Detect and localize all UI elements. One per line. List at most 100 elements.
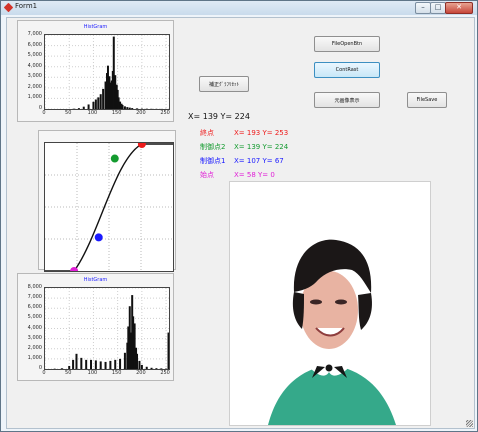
bottom-histogram-bar xyxy=(90,359,93,369)
bottom-histogram-y-tick: 0 xyxy=(38,365,42,371)
bottom-histogram-y-tick: 4,000 xyxy=(27,324,42,331)
top-histogram-x-tick: 50 xyxy=(65,110,72,116)
info-row-end: 終点 X= 193 Y= 253 xyxy=(200,128,288,138)
bottom-histogram-bar xyxy=(145,366,148,369)
tone-curve-point[interactable] xyxy=(137,140,146,149)
info-row-start: 始点 X= 58 Y= 0 xyxy=(200,170,275,180)
info-row-cp1: 制御点1 X= 107 Y= 67 xyxy=(200,156,284,166)
bottom-histogram-bar xyxy=(104,361,107,369)
top-histogram-bar xyxy=(99,94,102,109)
resize-grip[interactable] xyxy=(466,420,473,427)
tone-curve-point[interactable] xyxy=(110,154,119,163)
bottom-histogram-x-tick: 100 xyxy=(87,370,98,376)
top-histogram-bar xyxy=(77,108,80,109)
top-histogram-y-tick: 4,000 xyxy=(27,62,42,69)
minimize-button[interactable]: – xyxy=(415,2,431,14)
app-icon xyxy=(3,2,14,13)
top-histogram-y-tick: 6,000 xyxy=(27,41,42,48)
bottom-histogram-bar xyxy=(119,358,122,369)
top-histogram-x-tick: 150 xyxy=(111,110,122,116)
bottom-histogram-bar xyxy=(155,368,158,369)
cursor-coordinates: X= 139 Y= 224 xyxy=(188,112,250,121)
bottom-histogram-bar xyxy=(160,368,163,369)
tone-curve-svg[interactable] xyxy=(45,140,173,275)
bottom-histogram-bar xyxy=(109,360,112,369)
control-point1-label: 制御点1 xyxy=(200,157,226,165)
bottom-histogram-bar xyxy=(136,353,139,369)
control-point2-label: 制御点2 xyxy=(200,143,226,151)
start-point-label: 始点 xyxy=(200,171,214,179)
top-histogram-bar xyxy=(121,104,124,109)
top-histogram-bar xyxy=(82,106,85,109)
bottom-histogram-bar xyxy=(80,357,83,369)
bottom-histogram-bar xyxy=(114,359,117,369)
tone-curve-plot[interactable] xyxy=(44,140,174,275)
top-histogram-bar xyxy=(92,101,95,109)
top-histogram-bar xyxy=(128,107,131,109)
top-histogram-bar xyxy=(97,97,100,109)
top-histogram-y-tick: 2,000 xyxy=(27,83,42,90)
bottom-histogram-y-tick: 5,000 xyxy=(27,314,42,321)
top-histogram-y-tick: 7,000 xyxy=(27,31,42,37)
bottom-histogram-title: HistGram xyxy=(83,277,108,283)
end-point-label: 終点 xyxy=(200,129,214,137)
top-histogram-x-tick: 250 xyxy=(160,110,170,116)
top-histogram-bars xyxy=(44,34,169,110)
top-histogram-plot xyxy=(44,34,170,110)
bottom-histogram-bar xyxy=(68,365,71,369)
info-row-cp2: 制御点2 X= 139 Y= 224 xyxy=(200,142,288,152)
control-point2-value: X= 139 Y= 224 xyxy=(234,143,289,151)
file-open-button[interactable]: FileOpenBtn xyxy=(314,36,380,52)
bottom-histogram-bar xyxy=(72,359,75,369)
bottom-histogram-y-tick: 6,000 xyxy=(27,304,42,311)
app-window: Form1 – □ ✕ HistGram 0 50 100 150 200 250 0 1,0… xyxy=(0,0,478,432)
top-histogram-panel: HistGram 0 50 100 150 200 250 0 1,000 2,000 3,000… xyxy=(17,20,174,122)
bottom-histogram-bar xyxy=(85,359,88,369)
bottom-histogram-y-tick: 8,000 xyxy=(27,284,42,290)
bottom-histogram-y-tick: 1,000 xyxy=(27,354,42,361)
window-title: Form1 xyxy=(15,2,38,10)
file-save-button[interactable]: FileSave xyxy=(407,92,447,108)
bottom-histogram-bars xyxy=(44,287,170,370)
title-bar[interactable]: Form1 – □ ✕ xyxy=(1,1,477,15)
end-point-value: X= 193 Y= 253 xyxy=(234,129,289,137)
control-point1-value: X= 107 Y= 67 xyxy=(234,157,284,165)
bottom-histogram-plot xyxy=(44,287,170,370)
bottom-histogram-bar xyxy=(123,352,126,369)
maximize-button[interactable]: □ xyxy=(430,2,446,14)
top-histogram-y-tick: 3,000 xyxy=(27,73,42,80)
tone-curve-point[interactable] xyxy=(94,233,103,242)
bottom-histogram-x-tick: 200 xyxy=(136,370,146,376)
bottom-histogram-x-tick: 50 xyxy=(65,370,72,376)
bottom-histogram-bar xyxy=(138,360,141,369)
top-histogram-y-tick: 0 xyxy=(38,105,42,111)
bottom-histogram-y-tick: 3,000 xyxy=(27,334,42,341)
bottom-histogram-bar xyxy=(167,332,170,369)
image-preview xyxy=(229,181,431,426)
bottom-histogram-y-tick: 2,000 xyxy=(27,344,42,351)
top-histogram-bar xyxy=(126,107,129,109)
bottom-histogram-y-tick: 7,000 xyxy=(27,294,42,301)
top-histogram-y-tick: 1,000 xyxy=(27,94,42,101)
bottom-histogram-bar xyxy=(60,368,63,369)
top-histogram-bar xyxy=(87,104,90,109)
form-client-area: HistGram 0 50 100 150 200 250 0 1,000 2,000 3,000… xyxy=(6,17,475,429)
reset-curve-button[interactable]: 補正ｸﾞﾗﾌﾘｾｯﾄ xyxy=(199,76,249,92)
bottom-histogram-x-tick: 250 xyxy=(160,370,170,376)
show-original-button[interactable]: 元画像表示 xyxy=(314,92,380,108)
bottom-histogram-panel: HistGram 0 50 100 150 200 250 0 1,000 2,000 3,000… xyxy=(17,273,174,381)
bottom-histogram-x-tick: 150 xyxy=(111,370,122,376)
top-histogram-y-tick: 5,000 xyxy=(27,52,42,59)
contrast-button[interactable]: ContRast xyxy=(314,62,380,78)
bottom-histogram-bar xyxy=(99,361,102,369)
bottom-histogram-bar xyxy=(94,360,97,369)
top-histogram-bar xyxy=(123,106,126,109)
bottom-histogram-bar xyxy=(150,367,153,369)
top-histogram-bar xyxy=(131,108,134,109)
close-button[interactable]: ✕ xyxy=(445,2,473,14)
bottom-histogram-bar xyxy=(140,364,143,369)
top-histogram-bar xyxy=(102,88,105,109)
top-histogram-bar xyxy=(94,99,97,109)
portrait-image xyxy=(230,182,430,425)
top-histogram-title: HistGram xyxy=(83,24,108,30)
